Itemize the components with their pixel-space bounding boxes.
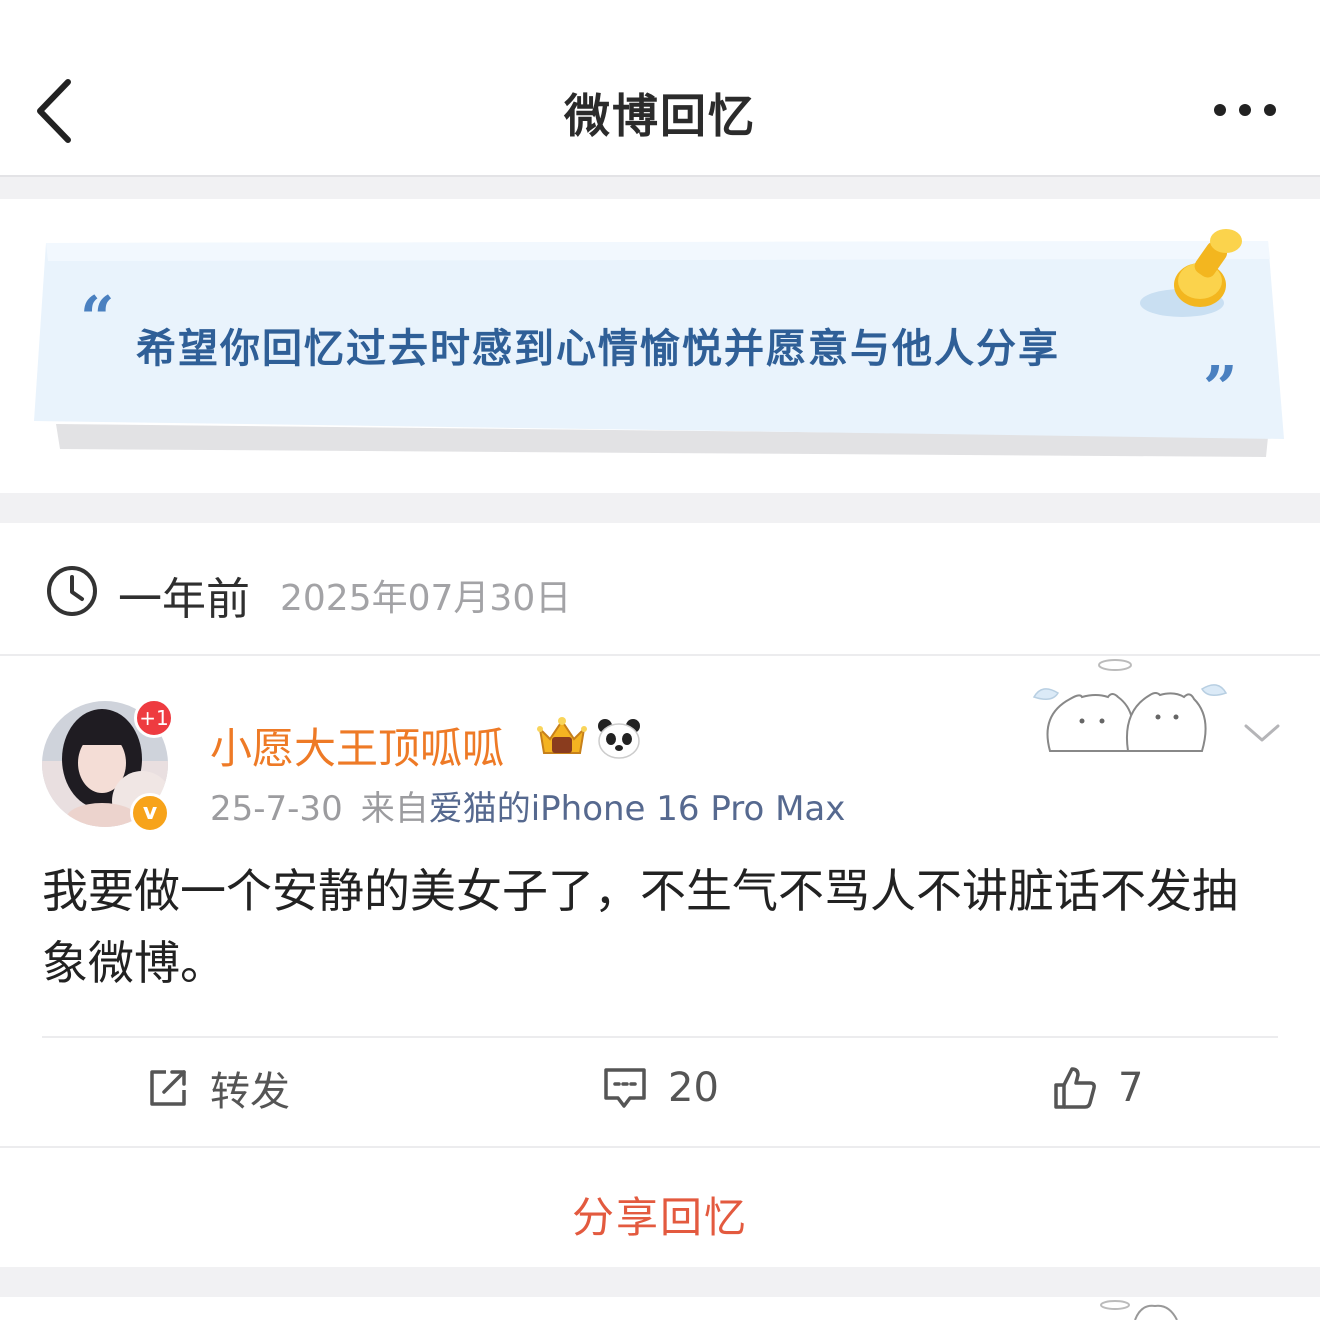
username[interactable]: 小愿大王顶呱呱 [210, 715, 504, 776]
panda-emoji-icon [598, 719, 640, 759]
pushpin-icon [1140, 229, 1242, 317]
post-text: 我要做一个安静的美女子了，不生气不骂人不讲脏话不发抽象微博。 [42, 864, 1238, 990]
angel-cats-decoration [1032, 659, 1228, 752]
page: 微博回忆 “ 希望你回忆过去时感到心情愉悦并愿意与他人分享 ” 一年前 2025… [0, 0, 1320, 1320]
like-button[interactable]: 7 [1052, 1058, 1143, 1118]
post-source-link[interactable]: 爱猫的iPhone 16 Pro Max [429, 789, 846, 829]
repost-label: 转发 [210, 1069, 290, 1115]
post-date: 25-7-30 [210, 789, 343, 829]
quote-open-mark: “ [80, 284, 115, 354]
share-memory-label: 分享回忆 [571, 1193, 748, 1242]
verified-badge-icon: v [130, 793, 170, 833]
repost-button[interactable]: 转发 [146, 1058, 290, 1118]
action-divider [42, 1036, 1278, 1038]
more-dots-icon [1214, 104, 1276, 116]
post-meta: 25-7-30 来自爱猫的iPhone 16 Pro Max [210, 781, 845, 830]
time-ago-label: 一年前 [118, 574, 250, 625]
crown-badge-icon[interactable] [534, 713, 590, 761]
comment-count: 20 [668, 1065, 719, 1111]
like-count: 7 [1118, 1065, 1144, 1111]
nav-bar: 微博回忆 [0, 0, 1320, 177]
chevron-down-icon[interactable] [1240, 718, 1284, 748]
angel-cats-decoration [1100, 1300, 1178, 1320]
quote-close-mark: ” [1203, 354, 1238, 424]
page-title: 微博回忆 [564, 89, 756, 143]
memory-card: 一年前 2025年07月30日 +1 v 小愿大王顶呱呱 25-7-30 来自爱… [0, 523, 1320, 1267]
share-memory-button[interactable]: 分享回忆 [0, 1146, 1320, 1267]
comment-icon [604, 1068, 646, 1108]
memory-date: 2025年07月30日 [280, 578, 572, 619]
memory-time-row: 一年前 2025年07月30日 [0, 523, 1320, 656]
memory-banner: “ 希望你回忆过去时感到心情愉悦并愿意与他人分享 ” [0, 199, 1320, 493]
repost-icon [150, 1070, 186, 1106]
thumbs-up-icon [1054, 1067, 1096, 1109]
next-memory-card [0, 1297, 1320, 1320]
more-button[interactable] [1200, 88, 1290, 132]
clock-icon [47, 566, 97, 616]
source-prefix: 来自 [360, 789, 429, 829]
comment-button[interactable]: 20 [602, 1058, 719, 1118]
banner-message: 希望你回忆过去时感到心情愉悦并愿意与他人分享 [136, 325, 1060, 372]
avatar-update-badge: +1 [134, 698, 174, 738]
